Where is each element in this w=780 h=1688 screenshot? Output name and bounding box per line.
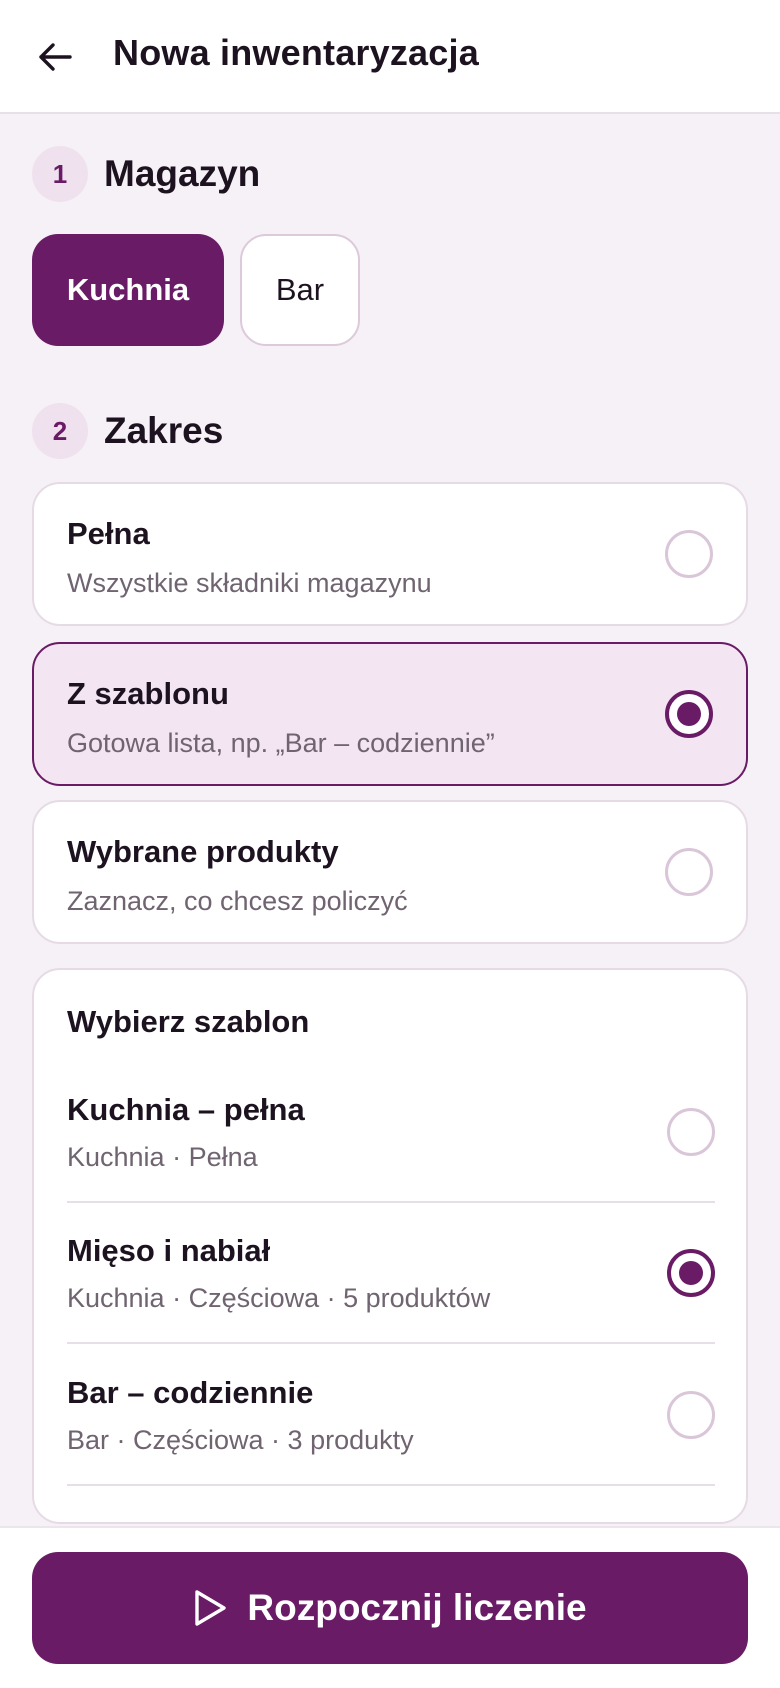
radio-button-selected[interactable] bbox=[665, 690, 713, 738]
step-number-2: 2 bbox=[32, 403, 88, 459]
start-counting-button[interactable]: Rozpocznij liczenie bbox=[32, 1552, 748, 1664]
warehouse-chip-kuchnia[interactable]: Kuchnia bbox=[32, 234, 224, 346]
template-name: Bar – codziennie bbox=[67, 1375, 314, 1410]
step-number-1: 1 bbox=[32, 146, 88, 202]
scope-option-full[interactable]: Pełna Wszystkie składniki magazynu bbox=[32, 482, 748, 626]
template-name: Mięso i nabiał bbox=[67, 1233, 271, 1268]
template-meta: Kuchnia · Pełna bbox=[67, 1142, 258, 1172]
template-meta: Kuchnia · Częściowa · 5 produktów bbox=[67, 1283, 491, 1313]
section-warehouse-header: 1 Magazyn bbox=[32, 146, 260, 202]
radio-button-selected[interactable] bbox=[667, 1249, 715, 1297]
scope-option-subtitle: Wszystkie składniki magazynu bbox=[67, 568, 432, 598]
section-title-scope: Zakres bbox=[104, 410, 224, 451]
page-title: Nowa inwentaryzacja bbox=[113, 32, 479, 73]
radio-button[interactable] bbox=[665, 848, 713, 896]
scope-option-subtitle: Zaznacz, co chcesz policzyć bbox=[67, 886, 408, 916]
template-item-mieso-nabial[interactable]: Mięso i nabiał Kuchnia · Częściowa · 5 p… bbox=[67, 1203, 715, 1344]
start-counting-label: Rozpocznij liczenie bbox=[247, 1587, 587, 1628]
radio-button[interactable] bbox=[665, 530, 713, 578]
template-item-kuchnia-pelna[interactable]: Kuchnia – pełna Kuchnia · Pełna bbox=[67, 1062, 715, 1203]
template-name: Kuchnia – pełna bbox=[67, 1092, 305, 1127]
radio-button[interactable] bbox=[667, 1108, 715, 1156]
template-item-bar-codziennie[interactable]: Bar – codziennie Bar · Częściowa · 3 pro… bbox=[67, 1345, 715, 1486]
arrow-left-icon bbox=[39, 43, 72, 71]
section-scope-header: 2 Zakres bbox=[32, 403, 223, 459]
warehouse-chip-bar[interactable]: Bar bbox=[240, 234, 360, 346]
scope-option-title: Wybrane produkty bbox=[67, 834, 339, 869]
template-meta: Bar · Częściowa · 3 produkty bbox=[67, 1425, 414, 1455]
template-picker-heading: Wybierz szablon bbox=[67, 1004, 310, 1039]
template-picker-panel: Wybierz szablon Kuchnia – pełna Kuchnia … bbox=[32, 968, 748, 1524]
bottom-action-bar: Rozpocznij liczenie bbox=[0, 1526, 780, 1688]
radio-button[interactable] bbox=[667, 1391, 715, 1439]
top-app-bar: Nowa inwentaryzacja bbox=[0, 0, 780, 114]
scope-option-subtitle: Gotowa lista, np. „Bar – codziennie” bbox=[67, 728, 495, 758]
scope-option-template[interactable]: Z szablonu Gotowa lista, np. „Bar – codz… bbox=[32, 642, 748, 786]
section-title-warehouse: Magazyn bbox=[104, 153, 261, 194]
scope-option-title: Pełna bbox=[67, 516, 150, 551]
scope-option-title: Z szablonu bbox=[67, 676, 229, 711]
play-icon bbox=[195, 1590, 227, 1626]
scope-option-selected-products[interactable]: Wybrane produkty Zaznacz, co chcesz poli… bbox=[32, 800, 748, 944]
back-button[interactable] bbox=[34, 36, 76, 78]
